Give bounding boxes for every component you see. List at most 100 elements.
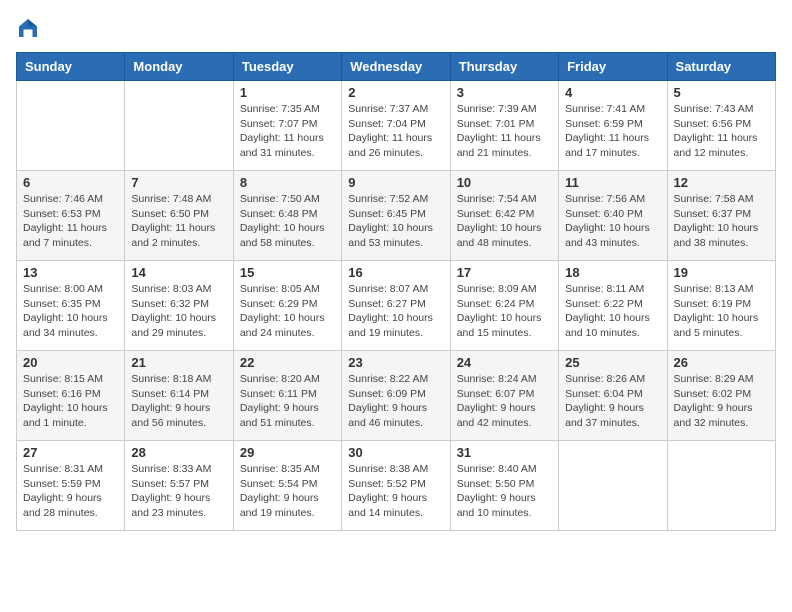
calendar-cell: 21 Sunrise: 8:18 AM Sunset: 6:14 PM Dayli…	[125, 351, 233, 441]
calendar-cell: 27 Sunrise: 8:31 AM Sunset: 5:59 PM Dayli…	[17, 441, 125, 531]
day-info: Sunrise: 8:35 AM Sunset: 5:54 PM Dayligh…	[240, 462, 335, 521]
weekday-header-saturday: Saturday	[667, 53, 775, 81]
day-number: 24	[457, 355, 552, 370]
weekday-header-friday: Friday	[559, 53, 667, 81]
day-info: Sunrise: 7:39 AM Sunset: 7:01 PM Dayligh…	[457, 102, 552, 161]
day-number: 15	[240, 265, 335, 280]
day-number: 9	[348, 175, 443, 190]
day-number: 29	[240, 445, 335, 460]
day-number: 28	[131, 445, 226, 460]
day-number: 23	[348, 355, 443, 370]
calendar-cell: 31 Sunrise: 8:40 AM Sunset: 5:50 PM Dayli…	[450, 441, 558, 531]
day-info: Sunrise: 8:00 AM Sunset: 6:35 PM Dayligh…	[23, 282, 118, 341]
day-number: 21	[131, 355, 226, 370]
day-info: Sunrise: 8:05 AM Sunset: 6:29 PM Dayligh…	[240, 282, 335, 341]
day-number: 10	[457, 175, 552, 190]
calendar-cell: 2 Sunrise: 7:37 AM Sunset: 7:04 PM Daylig…	[342, 81, 450, 171]
day-info: Sunrise: 7:58 AM Sunset: 6:37 PM Dayligh…	[674, 192, 769, 251]
day-number: 26	[674, 355, 769, 370]
day-info: Sunrise: 7:35 AM Sunset: 7:07 PM Dayligh…	[240, 102, 335, 161]
day-number: 4	[565, 85, 660, 100]
calendar-cell: 1 Sunrise: 7:35 AM Sunset: 7:07 PM Daylig…	[233, 81, 341, 171]
day-info: Sunrise: 7:37 AM Sunset: 7:04 PM Dayligh…	[348, 102, 443, 161]
day-number: 22	[240, 355, 335, 370]
day-info: Sunrise: 8:31 AM Sunset: 5:59 PM Dayligh…	[23, 462, 118, 521]
calendar-cell: 19 Sunrise: 8:13 AM Sunset: 6:19 PM Dayli…	[667, 261, 775, 351]
day-info: Sunrise: 8:38 AM Sunset: 5:52 PM Dayligh…	[348, 462, 443, 521]
day-number: 5	[674, 85, 769, 100]
day-number: 1	[240, 85, 335, 100]
calendar-cell	[667, 441, 775, 531]
calendar-cell: 5Sunrise: 7:43 AM Sunset: 6:56 PM Daylig…	[667, 81, 775, 171]
day-info: Sunrise: 8:22 AM Sunset: 6:09 PM Dayligh…	[348, 372, 443, 431]
calendar-cell	[17, 81, 125, 171]
calendar-cell	[559, 441, 667, 531]
day-info: Sunrise: 7:46 AM Sunset: 6:53 PM Dayligh…	[23, 192, 118, 251]
calendar-cell: 23 Sunrise: 8:22 AM Sunset: 6:09 PM Dayli…	[342, 351, 450, 441]
calendar-week-5: 27 Sunrise: 8:31 AM Sunset: 5:59 PM Dayli…	[17, 441, 776, 531]
page-header	[16, 16, 776, 40]
day-info: Sunrise: 8:29 AM Sunset: 6:02 PM Dayligh…	[674, 372, 769, 431]
day-info: Sunrise: 8:40 AM Sunset: 5:50 PM Dayligh…	[457, 462, 552, 521]
logo-icon	[16, 16, 40, 40]
day-info: Sunrise: 7:41 AM Sunset: 6:59 PM Dayligh…	[565, 102, 660, 161]
calendar-week-2: 6Sunrise: 7:46 AM Sunset: 6:53 PM Daylig…	[17, 171, 776, 261]
day-info: Sunrise: 7:50 AM Sunset: 6:48 PM Dayligh…	[240, 192, 335, 251]
calendar-cell: 28 Sunrise: 8:33 AM Sunset: 5:57 PM Dayli…	[125, 441, 233, 531]
weekday-header-thursday: Thursday	[450, 53, 558, 81]
calendar-cell: 15 Sunrise: 8:05 AM Sunset: 6:29 PM Dayli…	[233, 261, 341, 351]
logo	[16, 16, 44, 40]
weekday-header-tuesday: Tuesday	[233, 53, 341, 81]
day-number: 14	[131, 265, 226, 280]
calendar-cell: 8 Sunrise: 7:50 AM Sunset: 6:48 PM Daylig…	[233, 171, 341, 261]
calendar-cell: 24 Sunrise: 8:24 AM Sunset: 6:07 PM Dayli…	[450, 351, 558, 441]
calendar-cell: 18 Sunrise: 8:11 AM Sunset: 6:22 PM Dayli…	[559, 261, 667, 351]
day-info: Sunrise: 8:26 AM Sunset: 6:04 PM Dayligh…	[565, 372, 660, 431]
calendar-cell: 7Sunrise: 7:48 AM Sunset: 6:50 PM Daylig…	[125, 171, 233, 261]
calendar-cell: 20 Sunrise: 8:15 AM Sunset: 6:16 PM Dayli…	[17, 351, 125, 441]
calendar-cell: 26 Sunrise: 8:29 AM Sunset: 6:02 PM Dayli…	[667, 351, 775, 441]
day-info: Sunrise: 7:54 AM Sunset: 6:42 PM Dayligh…	[457, 192, 552, 251]
day-number: 17	[457, 265, 552, 280]
day-number: 2	[348, 85, 443, 100]
day-info: Sunrise: 7:56 AM Sunset: 6:40 PM Dayligh…	[565, 192, 660, 251]
day-info: Sunrise: 8:20 AM Sunset: 6:11 PM Dayligh…	[240, 372, 335, 431]
calendar-cell: 11 Sunrise: 7:56 AM Sunset: 6:40 PM Dayli…	[559, 171, 667, 261]
day-info: Sunrise: 8:24 AM Sunset: 6:07 PM Dayligh…	[457, 372, 552, 431]
calendar-cell: 25 Sunrise: 8:26 AM Sunset: 6:04 PM Dayli…	[559, 351, 667, 441]
day-number: 7	[131, 175, 226, 190]
day-number: 16	[348, 265, 443, 280]
calendar-cell: 3 Sunrise: 7:39 AM Sunset: 7:01 PM Daylig…	[450, 81, 558, 171]
weekday-header-monday: Monday	[125, 53, 233, 81]
calendar-table: SundayMondayTuesdayWednesdayThursdayFrid…	[16, 52, 776, 531]
day-number: 8	[240, 175, 335, 190]
day-number: 31	[457, 445, 552, 460]
calendar-cell: 13Sunrise: 8:00 AM Sunset: 6:35 PM Dayli…	[17, 261, 125, 351]
day-number: 3	[457, 85, 552, 100]
day-number: 25	[565, 355, 660, 370]
calendar-cell: 4 Sunrise: 7:41 AM Sunset: 6:59 PM Daylig…	[559, 81, 667, 171]
calendar-week-4: 20 Sunrise: 8:15 AM Sunset: 6:16 PM Dayli…	[17, 351, 776, 441]
day-number: 18	[565, 265, 660, 280]
day-info: Sunrise: 8:15 AM Sunset: 6:16 PM Dayligh…	[23, 372, 118, 431]
day-number: 19	[674, 265, 769, 280]
day-info: Sunrise: 8:18 AM Sunset: 6:14 PM Dayligh…	[131, 372, 226, 431]
day-number: 11	[565, 175, 660, 190]
day-info: Sunrise: 8:11 AM Sunset: 6:22 PM Dayligh…	[565, 282, 660, 341]
calendar-week-1: 1 Sunrise: 7:35 AM Sunset: 7:07 PM Daylig…	[17, 81, 776, 171]
calendar-cell: 17 Sunrise: 8:09 AM Sunset: 6:24 PM Dayli…	[450, 261, 558, 351]
weekday-header-wednesday: Wednesday	[342, 53, 450, 81]
calendar-week-3: 13Sunrise: 8:00 AM Sunset: 6:35 PM Dayli…	[17, 261, 776, 351]
day-info: Sunrise: 8:03 AM Sunset: 6:32 PM Dayligh…	[131, 282, 226, 341]
day-number: 27	[23, 445, 118, 460]
calendar-cell: 22 Sunrise: 8:20 AM Sunset: 6:11 PM Dayli…	[233, 351, 341, 441]
calendar-cell: 16Sunrise: 8:07 AM Sunset: 6:27 PM Dayli…	[342, 261, 450, 351]
calendar-cell: 10 Sunrise: 7:54 AM Sunset: 6:42 PM Dayli…	[450, 171, 558, 261]
calendar-cell: 12Sunrise: 7:58 AM Sunset: 6:37 PM Dayli…	[667, 171, 775, 261]
calendar-cell	[125, 81, 233, 171]
day-info: Sunrise: 8:33 AM Sunset: 5:57 PM Dayligh…	[131, 462, 226, 521]
day-number: 20	[23, 355, 118, 370]
day-info: Sunrise: 7:52 AM Sunset: 6:45 PM Dayligh…	[348, 192, 443, 251]
day-info: Sunrise: 8:13 AM Sunset: 6:19 PM Dayligh…	[674, 282, 769, 341]
day-info: Sunrise: 8:09 AM Sunset: 6:24 PM Dayligh…	[457, 282, 552, 341]
